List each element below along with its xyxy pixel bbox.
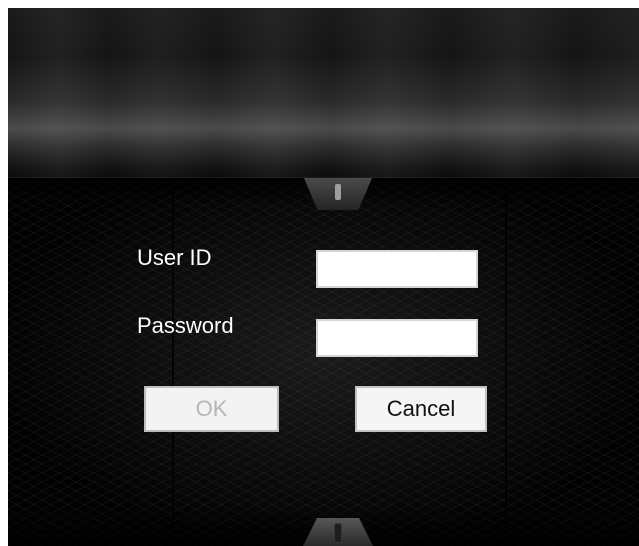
bottom-handle-slot-icon: [334, 523, 342, 543]
ok-button[interactable]: OK: [144, 386, 279, 432]
user-id-label: User ID: [137, 245, 212, 270]
mesh-background: [8, 178, 639, 546]
header-panel: [8, 8, 639, 178]
cancel-button[interactable]: Cancel: [355, 386, 487, 432]
user-id-input[interactable]: [316, 250, 478, 288]
password-label: Password: [137, 313, 234, 338]
password-input[interactable]: [316, 319, 478, 357]
top-handle-slot-icon: [335, 184, 341, 200]
login-panel: User ID Password OK Cancel: [8, 8, 639, 546]
